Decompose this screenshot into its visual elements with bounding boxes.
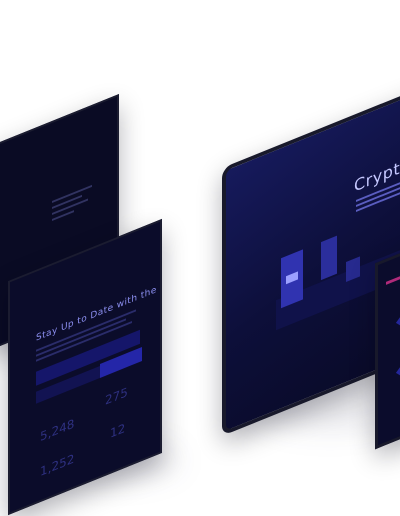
accent-bar <box>386 269 400 285</box>
cube-icon <box>395 312 400 328</box>
tablet-front-right <box>375 236 400 450</box>
illustration-tower <box>321 235 337 281</box>
stat-value: 1,252 <box>40 451 75 480</box>
stat-value: 275 <box>105 384 128 408</box>
stat-value: 5,248 <box>40 416 75 445</box>
tablet-main-right: Cryptoc <box>222 71 400 437</box>
cube-icon <box>395 362 400 378</box>
stat-value: 12 <box>110 420 126 441</box>
